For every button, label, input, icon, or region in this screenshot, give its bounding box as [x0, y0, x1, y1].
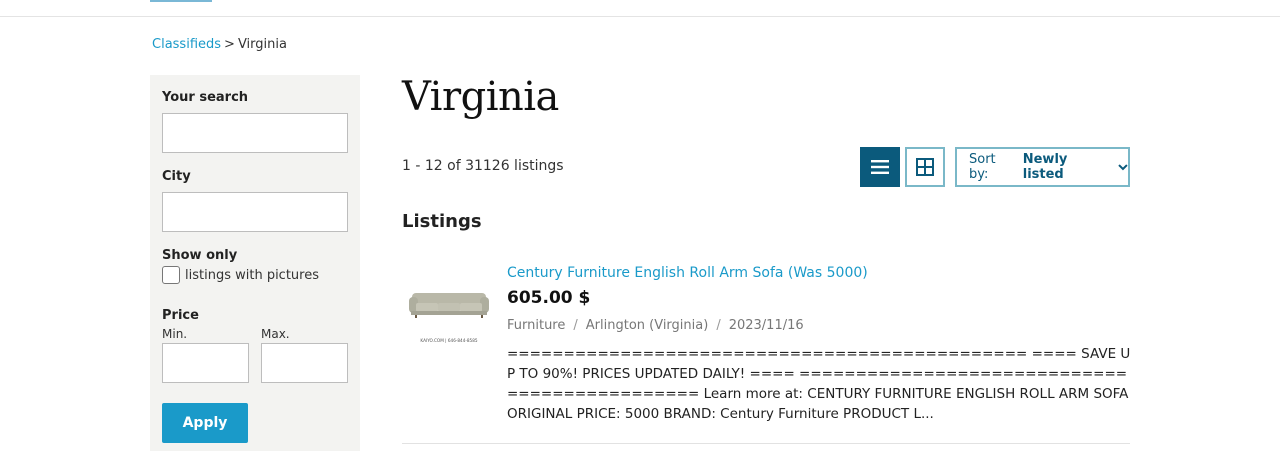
- breadcrumb: Classifieds > Virginia: [152, 37, 287, 52]
- price-min-input[interactable]: [162, 343, 249, 383]
- price-min-label: Min.: [162, 327, 188, 341]
- nav-active-indicator: [150, 0, 212, 2]
- breadcrumb-separator: >: [224, 37, 235, 52]
- list-view-button[interactable]: [860, 147, 900, 187]
- meta-separator: /: [573, 318, 578, 333]
- pictures-filter-row[interactable]: listings with pictures: [162, 266, 319, 284]
- listing-title-link[interactable]: Century Furniture English Roll Arm Sofa …: [507, 265, 868, 281]
- price-max-label: Max.: [261, 327, 290, 341]
- apply-button[interactable]: Apply: [162, 403, 248, 443]
- price-max-input[interactable]: [261, 343, 348, 383]
- list-icon: [871, 160, 889, 174]
- breadcrumb-link-classifieds[interactable]: Classifieds: [152, 37, 221, 52]
- show-only-label: Show only: [162, 248, 238, 263]
- listing-description: ========================================…: [507, 346, 1131, 422]
- listing-location: Arlington (Virginia): [585, 318, 709, 333]
- listings-heading: Listings: [402, 211, 482, 232]
- price-label: Price: [162, 308, 199, 323]
- listing-category: Furniture: [507, 318, 566, 333]
- sort-prefix: Sort by:: [969, 152, 996, 182]
- listing-item: KAIYO.COM | 646-844-8585 Century Furnitu…: [402, 260, 1130, 444]
- thumbnail-caption: KAIYO.COM | 646-844-8585: [420, 338, 477, 343]
- page-title: Virginia: [402, 74, 559, 120]
- listing-thumbnail[interactable]: KAIYO.COM | 646-844-8585: [408, 282, 490, 346]
- chevron-down-icon: [1118, 163, 1128, 170]
- listing-date: 2023/11/16: [728, 318, 804, 333]
- search-input[interactable]: [162, 113, 348, 153]
- filter-sidebar: Your search City Show only listings with…: [150, 75, 360, 451]
- grid-view-button[interactable]: [905, 147, 945, 187]
- top-navbar: [0, 0, 1280, 17]
- meta-separator: /: [716, 318, 721, 333]
- sort-value: Newly listed: [1022, 152, 1068, 182]
- grid-icon: [916, 158, 934, 176]
- listing-count: 1 - 12 of 31126 listings: [402, 158, 564, 174]
- city-input[interactable]: [162, 192, 348, 232]
- pictures-checkbox[interactable]: [162, 266, 180, 284]
- listing-price: 605.00 $: [507, 288, 591, 308]
- sort-dropdown[interactable]: Sort by: Newly listed: [955, 147, 1130, 187]
- search-label: Your search: [162, 90, 249, 105]
- city-label: City: [162, 169, 191, 184]
- pictures-checkbox-label[interactable]: listings with pictures: [185, 268, 319, 283]
- listing-meta: Furniture / Arlington (Virginia) / 2023/11/1…: [507, 318, 804, 333]
- breadcrumb-current: Virginia: [237, 37, 287, 52]
